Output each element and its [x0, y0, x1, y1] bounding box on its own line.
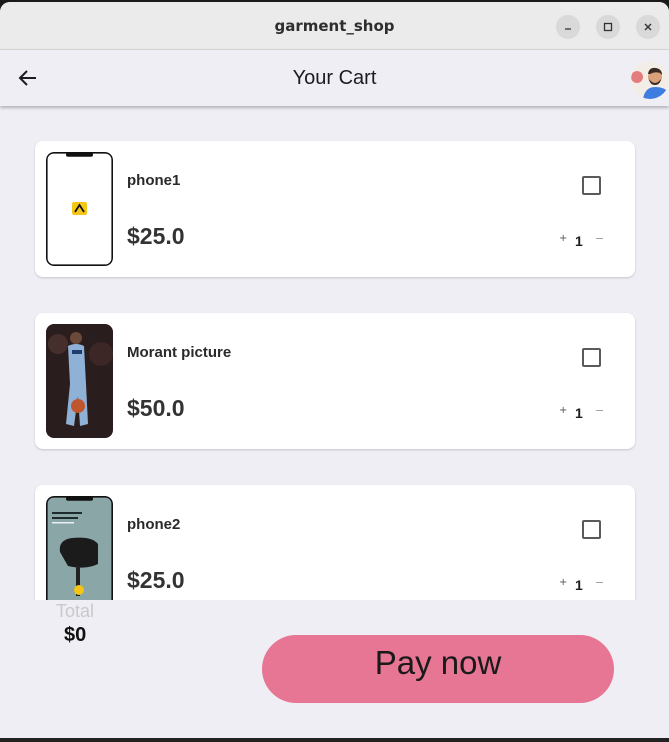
cart-item[interactable]: phone1 $25.0 + 1 −	[35, 141, 635, 277]
close-icon	[644, 23, 652, 31]
cart-list[interactable]: phone1 $25.0 + 1 − Morant picture $50.0 …	[0, 108, 669, 600]
decrease-quantity-button[interactable]: −	[595, 404, 604, 417]
item-name: phone2	[127, 516, 181, 533]
pay-now-button[interactable]: Pay now	[262, 635, 614, 703]
cart-item[interactable]: Morant picture $50.0 + 1 −	[35, 313, 635, 449]
minimize-icon	[565, 28, 571, 30]
total-label: Total	[56, 601, 95, 621]
product-image-phone1	[46, 152, 113, 266]
decrease-quantity-button[interactable]: −	[595, 576, 604, 589]
close-button[interactable]	[636, 15, 660, 39]
total-value: $0	[64, 624, 87, 646]
avatar-illustration	[631, 61, 669, 99]
maximize-icon	[603, 22, 613, 32]
item-name: Morant picture	[127, 344, 232, 361]
item-quantity: 1	[575, 405, 583, 421]
bottom-edge	[0, 738, 669, 742]
increase-quantity-button[interactable]: +	[559, 577, 567, 588]
user-avatar[interactable]	[631, 61, 669, 99]
decrease-quantity-button[interactable]: −	[595, 232, 604, 245]
window-titlebar: garment_shop	[0, 2, 669, 50]
page-title: Your Cart	[292, 67, 377, 89]
item-price: $25.0	[127, 567, 185, 593]
minimize-button[interactable]	[556, 15, 580, 39]
increase-quantity-button[interactable]: +	[559, 405, 567, 416]
maximize-button[interactable]	[596, 15, 620, 39]
product-image-phone2	[46, 496, 113, 600]
item-price: $25.0	[127, 223, 185, 249]
select-checkbox[interactable]	[582, 520, 601, 539]
item-name: phone1	[127, 172, 181, 189]
item-quantity: 1	[575, 577, 583, 593]
select-checkbox[interactable]	[582, 176, 601, 195]
select-checkbox[interactable]	[582, 348, 601, 367]
app-bar: Your Cart	[0, 50, 669, 106]
app-window: garment_shop Your Cart phone1 $25.0 + 1 …	[0, 2, 669, 738]
product-image-morant	[46, 324, 113, 438]
cart-item[interactable]: phone2 $25.0 + 1 −	[35, 485, 635, 600]
item-quantity: 1	[575, 233, 583, 249]
increase-quantity-button[interactable]: +	[559, 233, 567, 244]
item-price: $50.0	[127, 395, 185, 421]
